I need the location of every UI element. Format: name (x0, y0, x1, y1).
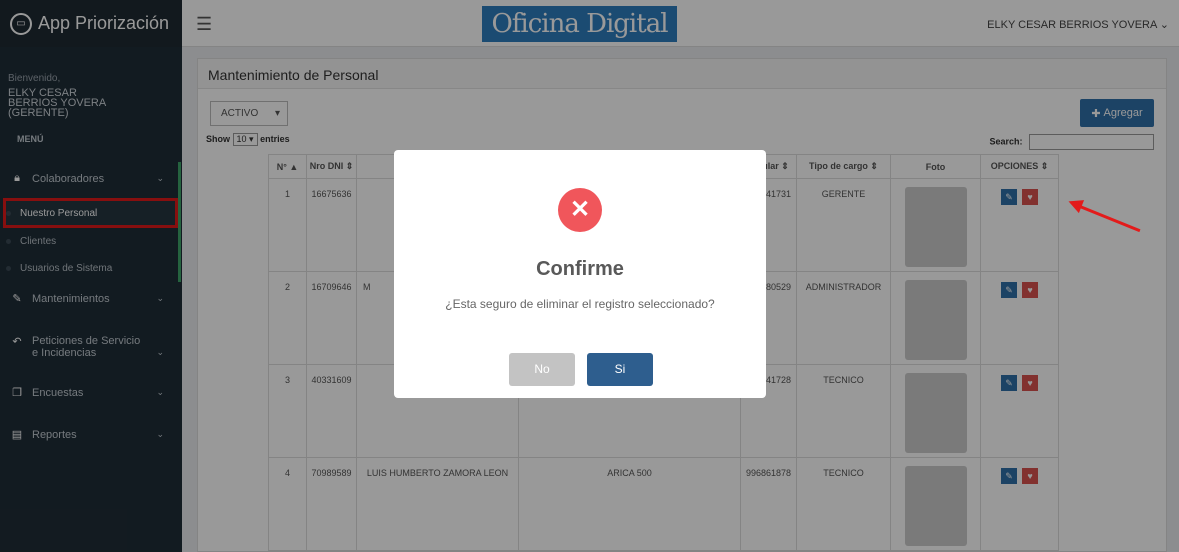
yes-button[interactable]: Si (587, 353, 653, 386)
dialog-buttons: No Si (509, 353, 653, 386)
dialog-message: ¿Esta seguro de eliminar el registro sel… (445, 297, 715, 311)
no-button[interactable]: No (509, 353, 575, 386)
x-icon: ✕ (558, 188, 602, 232)
dialog-title: Confirme (536, 258, 624, 280)
confirm-dialog: ✕ Confirme ¿Esta seguro de eliminar el r… (394, 150, 766, 398)
